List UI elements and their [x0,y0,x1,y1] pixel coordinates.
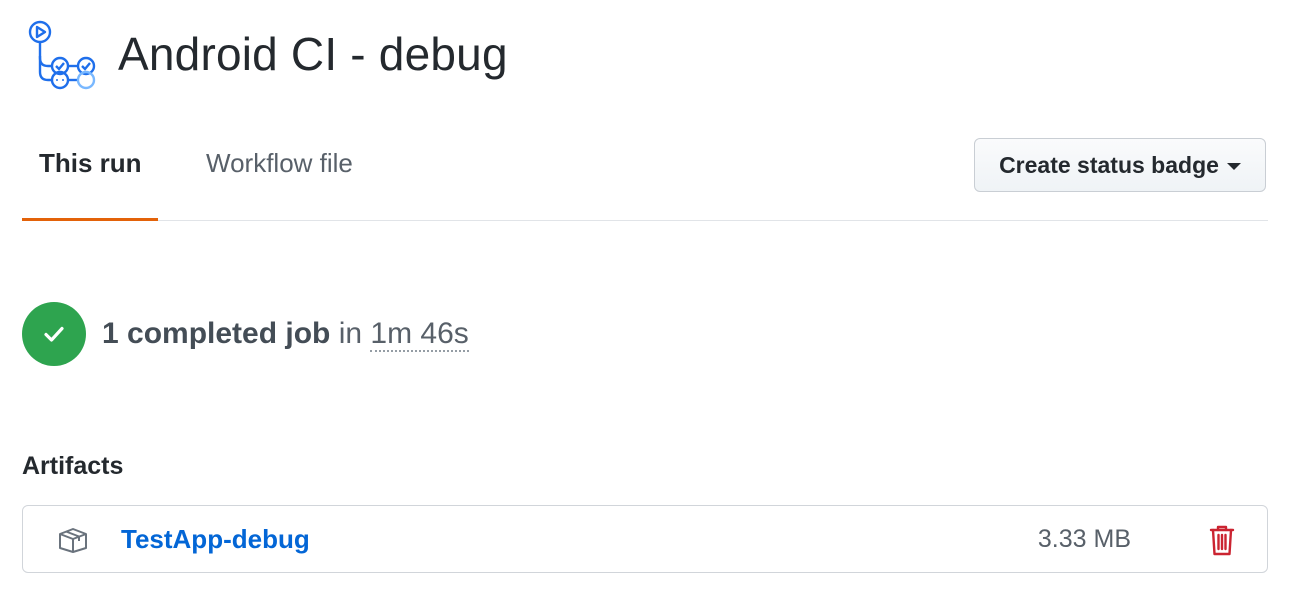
artifact-download-link[interactable]: TestApp-debug [121,524,310,555]
caret-down-icon [1226,162,1241,170]
active-tab-indicator [22,218,158,221]
package-icon [59,528,87,553]
summary-text: 1 completed job in 1m 46s [102,317,469,352]
success-status-icon [22,302,86,366]
artifacts-heading: Artifacts [22,452,124,480]
artifact-row: TestApp-debug 3.33 MB [22,505,1268,573]
page-title: Android CI - debug [118,28,508,80]
check-icon [44,326,64,342]
run-summary: 1 completed job in 1m 46s [22,302,469,366]
tab-workflow-file[interactable]: Workflow file [206,148,353,179]
artifact-size: 3.33 MB [1037,525,1131,553]
workflow-icon [28,20,96,90]
trash-icon[interactable] [1209,524,1235,556]
create-status-badge-label: Create status badge [999,151,1219,178]
completed-jobs-count: 1 completed job [102,317,331,350]
tab-this-run[interactable]: This run [39,148,142,179]
workflow-header: Android CI - debug [24,14,508,94]
create-status-badge-button[interactable]: Create status badge [974,138,1266,192]
summary-connector: in [338,317,363,350]
run-duration[interactable]: 1m 46s [370,317,469,352]
